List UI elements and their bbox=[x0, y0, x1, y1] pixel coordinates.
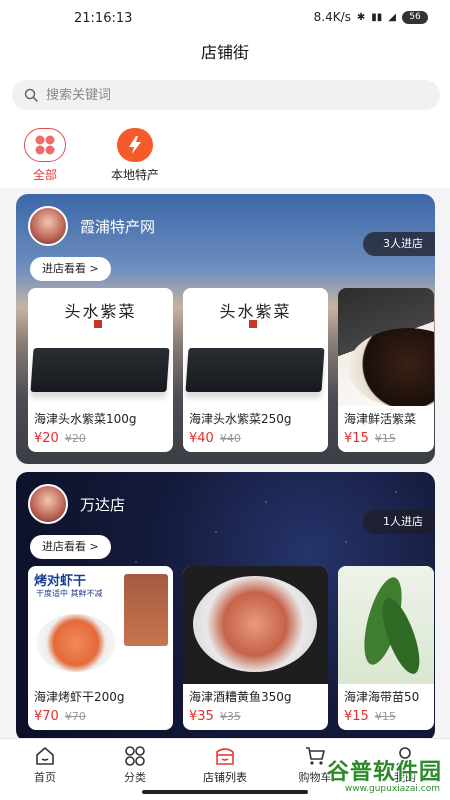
grid-icon bbox=[24, 128, 66, 162]
product-name: 海津海带苗50 bbox=[344, 690, 420, 704]
fish-image bbox=[193, 576, 317, 672]
laver-image bbox=[30, 348, 170, 392]
product-image bbox=[338, 566, 434, 684]
status-icons: 8.4K/s ✱ ▮▮ ◢ 56 bbox=[314, 10, 428, 24]
product-name: 海津头水紫菜250g bbox=[189, 412, 292, 426]
tab-home[interactable]: 首页 bbox=[0, 739, 90, 800]
lightning-icon bbox=[117, 128, 153, 162]
tab-label: 首页 bbox=[34, 771, 56, 784]
product-name: 海津烤虾干200g bbox=[34, 690, 125, 704]
product-name: 海津酒糟黄鱼350g bbox=[189, 690, 292, 704]
product-card[interactable]: 头水紫菜 海津头水紫菜250g ¥40 ¥40 bbox=[183, 288, 328, 452]
product-image bbox=[338, 288, 434, 406]
price-current: ¥15 bbox=[344, 431, 369, 446]
category-label: 本地特产 bbox=[110, 168, 159, 182]
page-title: 店铺街 bbox=[0, 38, 450, 74]
wifi-icon: ◢ bbox=[388, 11, 396, 23]
tab-label: 分类 bbox=[124, 771, 146, 784]
product-image-subtitle: 干度适中 其鲜不减 bbox=[36, 589, 103, 598]
product-price: ¥35 ¥35 bbox=[189, 709, 241, 724]
watermark-text: 谷普软件园 bbox=[326, 760, 442, 785]
product-image: 头水紫菜 bbox=[28, 288, 173, 406]
search-box[interactable] bbox=[12, 80, 440, 110]
product-price: ¥40 ¥40 bbox=[189, 431, 241, 446]
shop-icon bbox=[216, 748, 234, 765]
soup-bowl-image bbox=[348, 328, 434, 406]
laver-image bbox=[185, 348, 325, 392]
search-input[interactable] bbox=[46, 87, 406, 103]
price-original: ¥15 bbox=[374, 710, 396, 723]
price-current: ¥15 bbox=[344, 709, 369, 724]
category-bar: 全部 本地特产 bbox=[0, 120, 450, 188]
price-original: ¥35 bbox=[219, 710, 241, 723]
shop-name: 万达店 bbox=[80, 496, 126, 514]
enter-shop-button[interactable]: 进店看看 > bbox=[30, 535, 111, 559]
package-image bbox=[124, 574, 168, 646]
product-list: 头水紫菜 海津头水紫菜100g ¥20 ¥20 头水紫菜 海津头水紫菜250g ¥… bbox=[28, 288, 434, 452]
seal-icon bbox=[94, 320, 102, 328]
product-image bbox=[183, 566, 328, 684]
product-card[interactable]: 海津海带苗50 ¥15 ¥15 bbox=[338, 566, 434, 730]
product-card[interactable]: 头水紫菜 海津头水紫菜100g ¥20 ¥20 bbox=[28, 288, 173, 452]
product-image-title: 头水紫菜 bbox=[219, 302, 292, 321]
price-current: ¥20 bbox=[34, 431, 59, 446]
home-indicator bbox=[142, 790, 308, 794]
avatar bbox=[28, 484, 68, 524]
category-all[interactable]: 全部 bbox=[0, 120, 90, 188]
shrimp-image bbox=[36, 614, 116, 672]
product-image: 头水紫菜 bbox=[183, 288, 328, 406]
seal-icon bbox=[249, 320, 257, 328]
status-time: 21:16:13 bbox=[74, 11, 133, 26]
price-original: ¥40 bbox=[219, 432, 241, 445]
shop-card[interactable]: 霞浦特产网 3人进店 进店看看 > 头水紫菜 海津头水紫菜100g ¥20 ¥20… bbox=[16, 194, 435, 464]
search-bar bbox=[0, 74, 450, 120]
product-card[interactable]: 烤对虾干 干度适中 其鲜不减 海津烤虾干200g ¥70 ¥70 bbox=[28, 566, 173, 730]
price-current: ¥35 bbox=[189, 709, 214, 724]
price-original: ¥70 bbox=[64, 710, 86, 723]
product-image-title: 头水紫菜 bbox=[64, 302, 137, 321]
product-price: ¥20 ¥20 bbox=[34, 431, 86, 446]
enter-shop-button[interactable]: 进店看看 > bbox=[30, 257, 111, 281]
visitor-badge: 1人进店 bbox=[363, 510, 435, 534]
status-bar: 21:16:13 8.4K/s ✱ ▮▮ ◢ 56 bbox=[0, 0, 450, 38]
category-label: 全部 bbox=[32, 168, 57, 182]
price-current: ¥70 bbox=[34, 709, 59, 724]
visitor-badge: 3人进店 bbox=[363, 232, 435, 256]
product-card[interactable]: 海津鲜活紫菜 ¥15 ¥15 bbox=[338, 288, 434, 452]
product-name: 海津头水紫菜100g bbox=[34, 412, 137, 426]
price-current: ¥40 bbox=[189, 431, 214, 446]
price-original: ¥20 bbox=[64, 432, 86, 445]
product-card[interactable]: 海津酒糟黄鱼350g ¥35 ¥35 bbox=[183, 566, 328, 730]
signal-icon: ▮▮ bbox=[371, 11, 383, 23]
shop-card[interactable]: 万达店 1人进店 进店看看 > 烤对虾干 干度适中 其鲜不减 海津烤虾干200g… bbox=[16, 472, 435, 742]
net-speed: 8.4K/s bbox=[313, 10, 351, 24]
home-icon bbox=[36, 747, 54, 765]
shop-name: 霞浦特产网 bbox=[80, 218, 156, 236]
battery-icon: 56 bbox=[402, 10, 428, 24]
watermark-url: www.gupuxiazai.com bbox=[344, 784, 440, 794]
product-list: 烤对虾干 干度适中 其鲜不减 海津烤虾干200g ¥70 ¥70 海津酒糟黄鱼35… bbox=[28, 566, 434, 730]
category-local-specialty[interactable]: 本地特产 bbox=[90, 120, 180, 188]
product-image: 烤对虾干 干度适中 其鲜不减 bbox=[28, 566, 173, 684]
product-image-title: 烤对虾干 bbox=[34, 574, 87, 589]
product-name: 海津鲜活紫菜 bbox=[344, 412, 417, 426]
price-original: ¥15 bbox=[374, 432, 396, 445]
category-icon bbox=[125, 746, 145, 766]
bluetooth-icon: ✱ bbox=[356, 11, 366, 23]
product-price: ¥70 ¥70 bbox=[34, 709, 86, 724]
product-price: ¥15 ¥15 bbox=[344, 431, 396, 446]
search-icon bbox=[24, 88, 38, 102]
product-price: ¥15 ¥15 bbox=[344, 709, 396, 724]
watermark: 谷普软件园 www.gupuxiazai.com bbox=[308, 754, 446, 798]
tab-label: 店铺列表 bbox=[203, 771, 247, 784]
avatar bbox=[28, 206, 68, 246]
